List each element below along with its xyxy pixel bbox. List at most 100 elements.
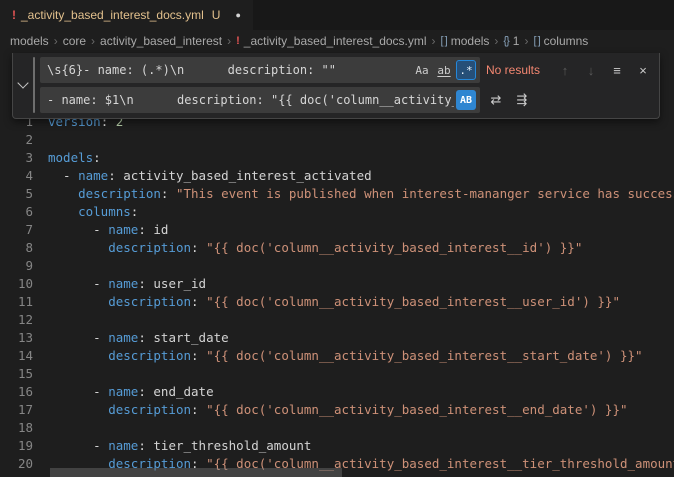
line-number: 2: [0, 131, 33, 149]
breadcrumb-label: models: [451, 34, 490, 48]
code-line[interactable]: [48, 131, 674, 149]
find-in-selection-button[interactable]: ≡: [607, 60, 627, 80]
breadcrumb-item[interactable]: activity_based_interest: [100, 34, 222, 48]
code-token: [48, 186, 78, 201]
toggle-replace-button[interactable]: [13, 57, 33, 113]
find-row: \s{6}- name: (.*)\n description: "" Aa a…: [40, 57, 653, 83]
breadcrumb-item[interactable]: !_activity_based_interest_docs.yml: [236, 34, 426, 48]
array-symbol-icon: [ ]: [441, 35, 447, 47]
breadcrumb-separator-icon: ›: [432, 34, 436, 48]
breadcrumb-label: _activity_based_interest_docs.yml: [244, 34, 427, 48]
code-token: name: [78, 168, 108, 183]
code-token: :: [131, 204, 139, 219]
code-line[interactable]: description: "{{ doc('column__activity_b…: [48, 401, 674, 419]
breadcrumb-item[interactable]: {}1: [503, 34, 519, 48]
code-token: [48, 348, 108, 363]
code-line[interactable]: - name: id: [48, 221, 674, 239]
line-number: 6: [0, 203, 33, 221]
code-editor[interactable]: 1234567891011121314151617181920 version:…: [0, 113, 674, 477]
breadcrumb-separator-icon: ›: [54, 34, 58, 48]
code-line[interactable]: [48, 419, 674, 437]
find-query-text: \s{6}- name: (.*)\n description: "": [47, 63, 410, 77]
find-input[interactable]: \s{6}- name: (.*)\n description: "" Aa a…: [40, 57, 480, 83]
code-area: version: 2models: - name: activity_based…: [40, 113, 674, 477]
code-line[interactable]: description: "This event is published wh…: [48, 185, 674, 203]
code-token: "{{ doc('column__activity_based_interest…: [206, 294, 620, 309]
code-line[interactable]: - name: end_date: [48, 383, 674, 401]
line-number: 10: [0, 275, 33, 293]
code-line[interactable]: [48, 365, 674, 383]
match-case-toggle[interactable]: Aa: [412, 60, 432, 80]
breadcrumb-label: core: [63, 34, 86, 48]
code-line[interactable]: description: "{{ doc('column__activity_b…: [48, 293, 674, 311]
line-number: 4: [0, 167, 33, 185]
code-line[interactable]: [48, 257, 674, 275]
code-line[interactable]: models:: [48, 149, 674, 167]
code-token: description: [108, 240, 191, 255]
replace-text: - name: $1\n description: "{{ doc('colum…: [47, 93, 454, 107]
replace-input[interactable]: - name: $1\n description: "{{ doc('colum…: [40, 87, 480, 113]
breadcrumb-item[interactable]: core: [63, 34, 86, 48]
line-number: 11: [0, 293, 33, 311]
code-token: [48, 294, 108, 309]
modified-indicator-icon[interactable]: ●: [235, 10, 240, 20]
array-symbol-icon: [ ]: [533, 35, 539, 47]
code-line[interactable]: description: "{{ doc('column__activity_b…: [48, 347, 674, 365]
code-token: -: [48, 384, 108, 399]
code-token: :: [93, 150, 101, 165]
line-number: 5: [0, 185, 33, 203]
code-line[interactable]: - name: tier_threshold_amount: [48, 437, 674, 455]
find-previous-button[interactable]: ↑: [555, 60, 575, 80]
code-token: "{{ doc('column__activity_based_interest…: [206, 240, 582, 255]
find-widget-body: \s{6}- name: (.*)\n description: "" Aa a…: [40, 57, 653, 113]
find-widget-resize-sash[interactable]: [33, 57, 35, 113]
whole-word-toggle[interactable]: ab: [434, 60, 454, 80]
replace-all-button[interactable]: ⇶: [512, 90, 532, 110]
yaml-file-icon: !: [12, 8, 16, 22]
breadcrumb-label: activity_based_interest: [100, 34, 222, 48]
tab-bar: ! _activity_based_interest_docs.yml U ●: [0, 0, 674, 30]
replace-button[interactable]: ⇄: [486, 90, 506, 110]
code-line[interactable]: columns:: [48, 203, 674, 221]
line-number: 12: [0, 311, 33, 329]
line-number: 7: [0, 221, 33, 239]
code-token: name: [108, 384, 138, 399]
horizontal-scrollbar[interactable]: [40, 467, 674, 477]
scrollbar-thumb[interactable]: [50, 468, 342, 477]
find-next-button[interactable]: ↓: [581, 60, 601, 80]
breadcrumb-label: 1: [513, 34, 520, 48]
code-token: :: [191, 240, 206, 255]
regex-toggle[interactable]: .*: [456, 60, 476, 80]
code-token: :: [138, 330, 153, 345]
code-token: end_date: [153, 384, 213, 399]
code-token: -: [48, 168, 78, 183]
breadcrumb-item[interactable]: [ ]columns: [533, 34, 588, 48]
close-icon[interactable]: ×: [633, 60, 653, 80]
breadcrumb-separator-icon: ›: [91, 34, 95, 48]
code-line[interactable]: description: "{{ doc('column__activity_b…: [48, 239, 674, 257]
breadcrumb-separator-icon: ›: [494, 34, 498, 48]
code-token: name: [108, 276, 138, 291]
code-line[interactable]: - name: activity_based_interest_activate…: [48, 167, 674, 185]
breadcrumb-item[interactable]: models: [10, 34, 49, 48]
code-token: name: [108, 222, 138, 237]
code-line[interactable]: - name: user_id: [48, 275, 674, 293]
breadcrumb-separator-icon: ›: [227, 34, 231, 48]
breadcrumb-item[interactable]: [ ] models: [441, 34, 490, 48]
code-token: tier_threshold_amount: [153, 438, 311, 453]
code-token: :: [138, 438, 153, 453]
code-token: :: [191, 348, 206, 363]
code-token: "{{ doc('column__activity_based_interest…: [206, 348, 643, 363]
code-line[interactable]: [48, 311, 674, 329]
code-token: description: [108, 348, 191, 363]
code-token: name: [108, 438, 138, 453]
code-token: description: [108, 402, 191, 417]
code-line[interactable]: - name: start_date: [48, 329, 674, 347]
editor-tab[interactable]: ! _activity_based_interest_docs.yml U ●: [0, 0, 253, 30]
tab-filename: _activity_based_interest_docs.yml: [21, 8, 204, 22]
code-token: columns: [78, 204, 131, 219]
code-token: :: [108, 168, 123, 183]
code-token: description: [108, 294, 191, 309]
preserve-case-toggle[interactable]: AB: [456, 90, 476, 110]
code-token: :: [138, 276, 153, 291]
